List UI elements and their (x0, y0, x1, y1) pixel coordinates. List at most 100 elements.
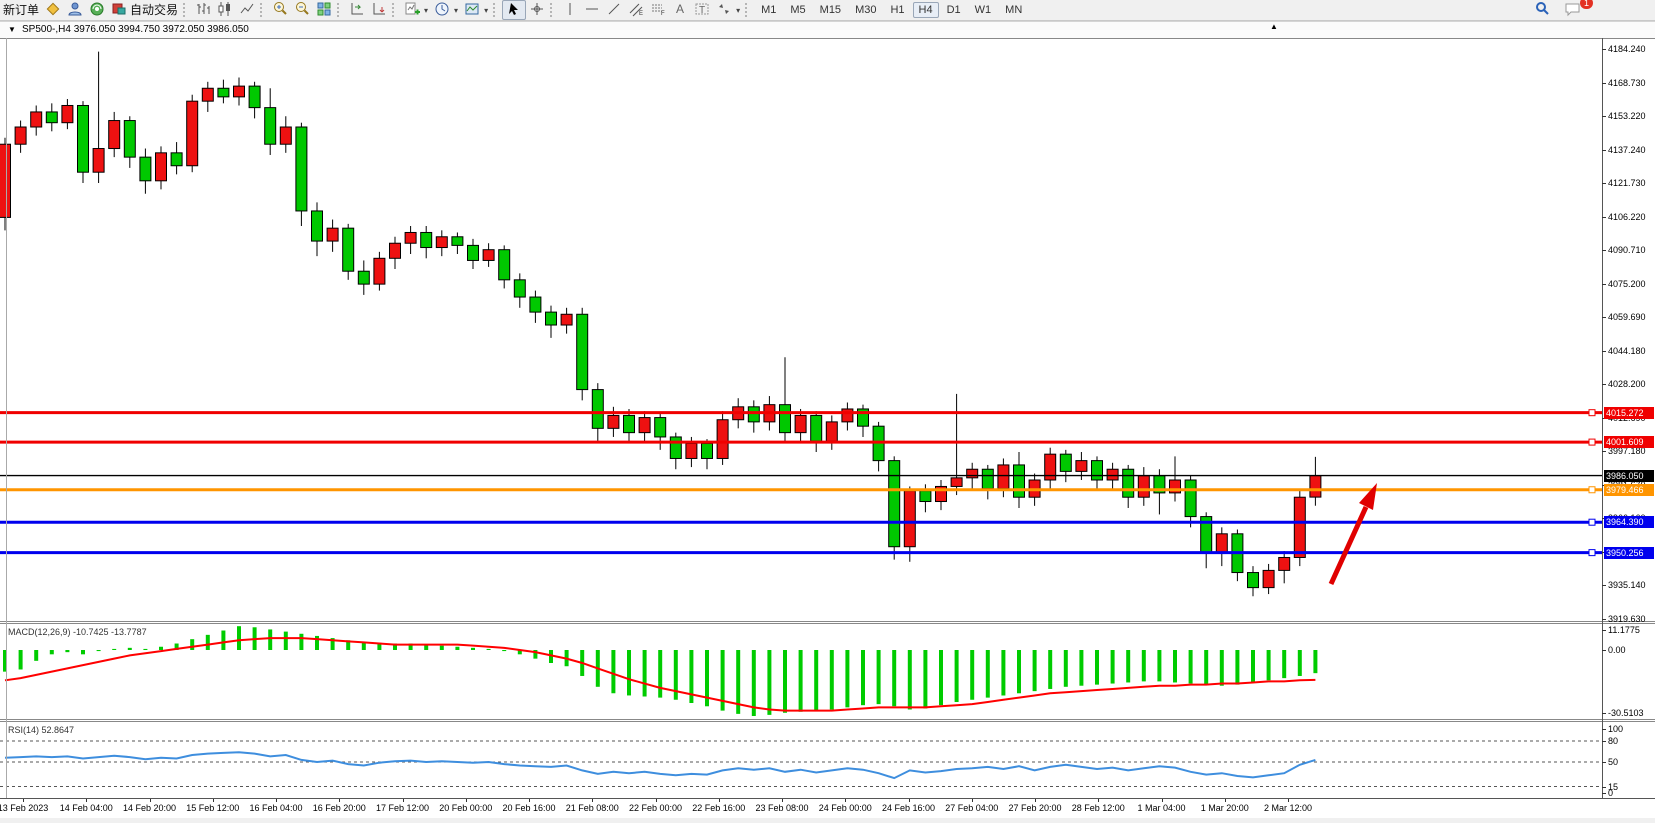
price-axis-tick (1602, 351, 1606, 352)
macd-axis-tick (1602, 630, 1606, 631)
bear-candle (452, 237, 463, 246)
time-axis-label: 28 Feb 12:00 (1072, 803, 1125, 813)
time-axis-tick (339, 799, 340, 802)
bull-candle (15, 127, 26, 144)
bull-candle (31, 112, 42, 127)
level-price-label: 4001.609 (1604, 436, 1654, 448)
plot-left-border (6, 38, 7, 798)
bull-candle (405, 232, 416, 243)
time-axis-tick (213, 799, 214, 802)
price-axis-tick (1602, 585, 1606, 586)
macd-axis-label: 0.00 (1608, 645, 1626, 655)
time-axis-tick (529, 799, 530, 802)
rsi-pane-separator[interactable] (0, 719, 1655, 720)
rsi-info-label: RSI(14) 52.8647 (8, 725, 74, 735)
bear-candle (982, 469, 993, 488)
level-price-label: 4015.272 (1604, 407, 1654, 419)
price-axis-label: 4090.710 (1608, 245, 1646, 255)
bear-candle (1092, 461, 1103, 480)
bull-candle (1107, 469, 1118, 480)
arrow-annotation-head[interactable] (1359, 483, 1377, 510)
level-line-handle[interactable] (1589, 410, 1595, 416)
bear-candle (624, 415, 635, 432)
bear-candle (670, 437, 681, 459)
bull-candle (156, 153, 167, 181)
price-axis-tick (1602, 49, 1606, 50)
time-axis-label: 17 Feb 12:00 (376, 803, 429, 813)
macd-info-label: MACD(12,26,9) -10.7425 -13.7787 (8, 627, 147, 637)
time-axis-tick (403, 799, 404, 802)
bull-candle (842, 409, 853, 422)
time-axis-label: 14 Feb 04:00 (60, 803, 113, 813)
level-line-handle[interactable] (1589, 439, 1595, 445)
time-axis-label: 15 Feb 12:00 (186, 803, 239, 813)
price-axis-label: 4044.180 (1608, 346, 1646, 356)
macd-axis-label: -30.5103 (1608, 708, 1644, 718)
bear-candle (1014, 465, 1025, 497)
current-price-label: 3986.050 (1604, 470, 1654, 482)
bear-candle (296, 127, 307, 211)
bear-candle (468, 245, 479, 260)
bull-candle (62, 105, 73, 122)
time-axis-tick (845, 799, 846, 802)
bull-candle (374, 258, 385, 284)
level-line-handle[interactable] (1589, 487, 1595, 493)
bear-candle (920, 491, 931, 502)
bull-candle (608, 415, 619, 428)
price-axis-tick (1602, 451, 1606, 452)
rsi-line (5, 752, 1315, 778)
price-chart[interactable] (0, 0, 1655, 823)
bull-candle (1138, 476, 1149, 498)
bull-candle (826, 422, 837, 441)
rsi-pane-separator[interactable] (0, 721, 1655, 722)
bear-candle (1123, 469, 1134, 497)
level-line-handle[interactable] (1589, 550, 1595, 556)
macd-axis-tick (1602, 650, 1606, 651)
bear-candle (171, 153, 182, 166)
price-axis-label: 4153.220 (1608, 111, 1646, 121)
price-axis-label: 3935.140 (1608, 580, 1646, 590)
bull-candle (639, 418, 650, 433)
bull-candle (951, 478, 962, 487)
bull-candle (717, 420, 728, 459)
bear-candle (530, 297, 541, 312)
bull-candle (1294, 497, 1305, 557)
time-axis-label: 23 Feb 08:00 (755, 803, 808, 813)
bear-candle (592, 390, 603, 429)
level-line-handle[interactable] (1589, 519, 1595, 525)
macd-axis-tick (1602, 713, 1606, 714)
plot-top-border (0, 38, 1655, 39)
level-price-label: 3950.256 (1604, 547, 1654, 559)
bull-candle (390, 243, 401, 258)
time-axis-tick (466, 799, 467, 802)
time-axis-tick (23, 799, 24, 802)
time-axis-tick (592, 799, 593, 802)
time-axis-label: 14 Feb 20:00 (123, 803, 176, 813)
time-axis-tick (1035, 799, 1036, 802)
bear-candle (46, 112, 57, 123)
bear-candle (1248, 573, 1259, 588)
price-axis-label: 4106.220 (1608, 212, 1646, 222)
bear-candle (312, 211, 323, 241)
bear-candle (1060, 454, 1071, 471)
time-axis-tick (150, 799, 151, 802)
time-axis-tick (1098, 799, 1099, 802)
price-axis-tick (1602, 384, 1606, 385)
rsi-axis-label: 50 (1608, 757, 1618, 767)
time-axis-tick (1288, 799, 1289, 802)
price-axis-tick (1602, 83, 1606, 84)
macd-pane-separator[interactable] (0, 621, 1655, 622)
bull-candle (109, 121, 120, 149)
time-axis-label: 22 Feb 16:00 (692, 803, 745, 813)
price-axis-label: 4028.200 (1608, 379, 1646, 389)
level-price-label: 3979.466 (1604, 484, 1654, 496)
price-axis-label: 4137.240 (1608, 145, 1646, 155)
level-price-label: 3964.390 (1604, 516, 1654, 528)
bear-candle (499, 250, 510, 280)
bull-candle (795, 415, 806, 432)
macd-pane-separator[interactable] (0, 623, 1655, 624)
arrow-annotation[interactable] (1331, 507, 1366, 584)
rsi-axis-tick (1602, 741, 1606, 742)
bull-candle (187, 101, 198, 166)
time-axis-label: 24 Feb 16:00 (882, 803, 935, 813)
